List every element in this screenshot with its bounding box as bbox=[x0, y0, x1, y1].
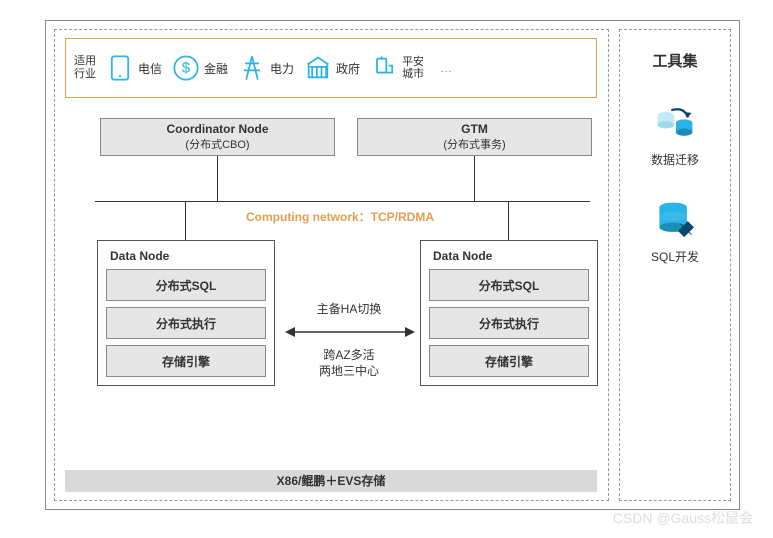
connector-line bbox=[217, 156, 218, 201]
industry-label: 金融 bbox=[204, 60, 228, 77]
toolkit-title: 工具集 bbox=[652, 50, 697, 71]
coordinator-node: Coordinator Node (分布式CBO) bbox=[100, 118, 335, 156]
tablet-icon bbox=[106, 54, 134, 82]
connector-line bbox=[474, 156, 475, 201]
industry-power: 电力 bbox=[238, 54, 294, 82]
toolkit-sqldev: SQL开发 bbox=[651, 198, 699, 265]
industry-ribbon: 适用 行业 电信 $ 金融 电力 政府 平安 城市 … bbox=[65, 38, 597, 98]
industry-finance: $ 金融 bbox=[172, 54, 228, 82]
middle-az-label: 跨AZ多活 bbox=[289, 346, 409, 363]
migration-icon bbox=[653, 101, 697, 145]
toolkit-label: 数据迁移 bbox=[651, 151, 699, 168]
industry-label: 电力 bbox=[270, 60, 294, 77]
pylon-icon bbox=[238, 54, 266, 82]
svg-text:$: $ bbox=[182, 60, 191, 77]
computing-network-label: Computing network：TCP/RDMA bbox=[90, 208, 590, 225]
data-node-title: Data Node bbox=[106, 249, 266, 263]
data-node-box: 分布式SQL bbox=[429, 269, 589, 301]
industry-city: 平安 城市 bbox=[370, 54, 424, 82]
data-node-box: 分布式执行 bbox=[429, 307, 589, 339]
coord-sub: (分布式CBO) bbox=[101, 136, 334, 152]
middle-ha-label: 主备HA切换 bbox=[289, 300, 409, 317]
footer-bar: X86/鲲鹏＋EVS存储 bbox=[65, 470, 597, 492]
sqldev-icon bbox=[653, 198, 697, 242]
industry-government: 政府 bbox=[304, 54, 360, 82]
industry-label: 电信 bbox=[138, 60, 162, 77]
industry-telecom: 电信 bbox=[106, 54, 162, 82]
bidirectional-arrow-icon bbox=[285, 323, 415, 341]
data-node-title: Data Node bbox=[429, 249, 589, 263]
industry-header: 适用 行业 bbox=[74, 55, 96, 81]
watermark: CSDN @Gauss松鼠会 bbox=[613, 508, 753, 528]
connector-line bbox=[95, 201, 590, 202]
data-node-box: 存储引擎 bbox=[429, 345, 589, 377]
city-icon bbox=[370, 54, 398, 82]
toolkit-label: SQL开发 bbox=[651, 248, 699, 265]
industry-label: 平安 城市 bbox=[402, 56, 424, 80]
toolkit-panel: 工具集 数据迁移 SQL开发 bbox=[619, 29, 731, 501]
toolkit-migration: 数据迁移 bbox=[651, 101, 699, 168]
gtm-title: GTM bbox=[358, 122, 591, 136]
data-node-right: Data Node 分布式SQL 分布式执行 存储引擎 bbox=[420, 240, 598, 386]
middle-dc-label: 两地三中心 bbox=[289, 362, 409, 379]
industry-more: … bbox=[440, 61, 452, 75]
data-node-left: Data Node 分布式SQL 分布式执行 存储引擎 bbox=[97, 240, 275, 386]
diagram-outer: 适用 行业 电信 $ 金融 电力 政府 平安 城市 … bbox=[45, 20, 740, 510]
coord-title: Coordinator Node bbox=[101, 122, 334, 136]
data-node-box: 分布式执行 bbox=[106, 307, 266, 339]
data-node-box: 分布式SQL bbox=[106, 269, 266, 301]
main-panel: 适用 行业 电信 $ 金融 电力 政府 平安 城市 … bbox=[54, 29, 609, 501]
gtm-node: GTM (分布式事务) bbox=[357, 118, 592, 156]
data-node-box: 存储引擎 bbox=[106, 345, 266, 377]
industry-label: 政府 bbox=[336, 60, 360, 77]
government-icon bbox=[304, 54, 332, 82]
gtm-sub: (分布式事务) bbox=[358, 136, 591, 152]
dollar-icon: $ bbox=[172, 54, 200, 82]
